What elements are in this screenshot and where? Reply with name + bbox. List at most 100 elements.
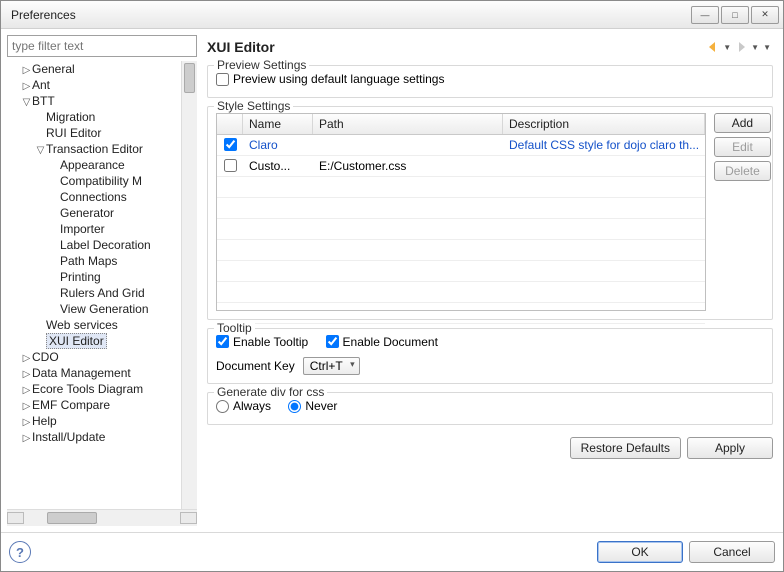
tree-item-compatibility-m[interactable]: Compatibility M xyxy=(7,173,183,189)
tree-item-appearance[interactable]: Appearance xyxy=(7,157,183,173)
tree-item-xui-editor[interactable]: XUI Editor xyxy=(7,333,183,349)
edit-button[interactable]: Edit xyxy=(714,137,771,157)
tree-item-view-generation[interactable]: View Generation xyxy=(7,301,183,317)
close-button[interactable]: ✕ xyxy=(751,6,779,24)
style-table[interactable]: Name Path Description ClaroDefault CSS s… xyxy=(216,113,706,311)
titlebar: Preferences — □ ✕ xyxy=(1,1,783,29)
tooltip-group: Tooltip Enable Tooltip Enable Document D… xyxy=(207,328,773,385)
tree-item-web-services[interactable]: Web services xyxy=(7,317,183,333)
col-name[interactable]: Name xyxy=(243,114,313,134)
tree-item-label: Importer xyxy=(60,222,105,236)
style-row-checkbox[interactable] xyxy=(224,159,237,172)
tree-item-btt[interactable]: ▽BTT xyxy=(7,93,183,109)
tree-item-label: RUI Editor xyxy=(46,126,101,140)
table-row-empty xyxy=(217,240,705,261)
always-radio[interactable]: Always xyxy=(216,399,271,413)
table-row[interactable]: Custo...E:/Customer.css xyxy=(217,156,705,177)
view-menu-icon[interactable]: ▼ xyxy=(761,43,773,52)
tree-item-label: Ecore Tools Diagram xyxy=(32,382,143,396)
delete-button[interactable]: Delete xyxy=(714,161,771,181)
document-key-label: Document Key xyxy=(216,359,295,373)
style-name-cell: Custo... xyxy=(243,157,313,175)
tree-item-data-management[interactable]: ▷Data Management xyxy=(7,365,183,381)
style-row-checkbox[interactable] xyxy=(224,138,237,151)
tree-horizontal-scrollbar[interactable] xyxy=(7,509,197,526)
tree-item-label: Appearance xyxy=(60,158,125,172)
table-row-empty xyxy=(217,303,705,324)
tree-item-rui-editor[interactable]: RUI Editor xyxy=(7,125,183,141)
tree-item-label: Rulers And Grid xyxy=(60,286,145,300)
tree-expander-icon[interactable]: ▷ xyxy=(21,65,32,76)
tree-item-label: Compatibility M xyxy=(60,174,142,188)
preferences-dialog: Preferences — □ ✕ ▷General▷Ant▽BTTMigrat… xyxy=(0,0,784,572)
tree-item-ant[interactable]: ▷Ant xyxy=(7,77,183,93)
style-settings-group: Style Settings Name Path Description Cla… xyxy=(207,106,773,320)
tree-item-label: EMF Compare xyxy=(32,398,110,412)
tree-item-help[interactable]: ▷Help xyxy=(7,413,183,429)
cancel-button[interactable]: Cancel xyxy=(689,541,775,563)
tree-item-importer[interactable]: Importer xyxy=(7,221,183,237)
preview-default-language-checkbox[interactable]: Preview using default language settings xyxy=(216,72,444,86)
tree-item-label: Connections xyxy=(60,190,127,204)
tree-expander-icon[interactable]: ▷ xyxy=(21,369,32,380)
back-arrow-icon[interactable] xyxy=(706,40,720,54)
never-radio[interactable]: Never xyxy=(288,399,337,413)
tree-item-label: View Generation xyxy=(60,302,149,316)
tree-item-printing[interactable]: Printing xyxy=(7,269,183,285)
tree-vertical-scrollbar[interactable] xyxy=(181,61,197,509)
tree-expander-icon[interactable]: ▷ xyxy=(21,433,32,444)
filter-input[interactable] xyxy=(7,35,197,57)
tree-item-label: Migration xyxy=(46,110,95,124)
tree-item-cdo[interactable]: ▷CDO xyxy=(7,349,183,365)
tree-expander-icon[interactable]: ▷ xyxy=(21,81,32,92)
table-row-empty xyxy=(217,219,705,240)
restore-defaults-button[interactable]: Restore Defaults xyxy=(570,437,681,459)
enable-tooltip-checkbox[interactable]: Enable Tooltip xyxy=(216,335,308,349)
tree-item-ecore-tools-diagram[interactable]: ▷Ecore Tools Diagram xyxy=(7,381,183,397)
tree-item-emf-compare[interactable]: ▷EMF Compare xyxy=(7,397,183,413)
preview-settings-group: Preview Settings Preview using default l… xyxy=(207,65,773,98)
tree-item-generator[interactable]: Generator xyxy=(7,205,183,221)
tree-item-label: Web services xyxy=(46,318,118,332)
tree-expander-icon[interactable]: ▽ xyxy=(21,97,32,108)
table-row-empty xyxy=(217,198,705,219)
enable-document-checkbox[interactable]: Enable Document xyxy=(326,335,438,349)
tree-expander-icon[interactable]: ▷ xyxy=(21,385,32,396)
style-name-cell[interactable]: Claro xyxy=(243,136,313,154)
tree-item-label-decoration[interactable]: Label Decoration xyxy=(7,237,183,253)
tree-item-path-maps[interactable]: Path Maps xyxy=(7,253,183,269)
col-description[interactable]: Description xyxy=(503,114,705,134)
table-row[interactable]: ClaroDefault CSS style for dojo claro th… xyxy=(217,135,705,156)
tree-expander-icon[interactable]: ▽ xyxy=(35,145,46,156)
tree-item-rulers-and-grid[interactable]: Rulers And Grid xyxy=(7,285,183,301)
help-icon[interactable]: ? xyxy=(9,541,31,563)
tree-item-label: XUI Editor xyxy=(46,333,107,349)
back-menu-icon[interactable]: ▼ xyxy=(721,43,733,52)
forward-arrow-icon[interactable] xyxy=(734,40,748,54)
apply-button[interactable]: Apply xyxy=(687,437,773,459)
document-key-select[interactable]: Ctrl+T xyxy=(303,357,360,375)
col-path[interactable]: Path xyxy=(313,114,503,134)
tree-expander-icon[interactable]: ▷ xyxy=(21,353,32,364)
table-header: Name Path Description xyxy=(217,114,705,135)
tree-item-general[interactable]: ▷General xyxy=(7,61,183,77)
tree-item-transaction-editor[interactable]: ▽Transaction Editor xyxy=(7,141,183,157)
tree-expander-icon[interactable]: ▷ xyxy=(21,401,32,412)
maximize-button[interactable]: □ xyxy=(721,6,749,24)
add-button[interactable]: Add xyxy=(714,113,771,133)
forward-menu-icon[interactable]: ▼ xyxy=(749,43,761,52)
minimize-button[interactable]: — xyxy=(691,6,719,24)
ok-button[interactable]: OK xyxy=(597,541,683,563)
style-desc-cell xyxy=(503,164,705,168)
tree-item-label: BTT xyxy=(32,94,55,108)
preference-tree[interactable]: ▷General▷Ant▽BTTMigrationRUI Editor▽Tran… xyxy=(7,61,197,509)
table-row-empty xyxy=(217,261,705,282)
tree-item-migration[interactable]: Migration xyxy=(7,109,183,125)
tree-item-label: Data Management xyxy=(32,366,131,380)
tree-expander-icon[interactable]: ▷ xyxy=(21,417,32,428)
tree-item-connections[interactable]: Connections xyxy=(7,189,183,205)
style-path-cell: E:/Customer.css xyxy=(313,157,503,175)
tree-item-install-update[interactable]: ▷Install/Update xyxy=(7,429,183,445)
tree-item-label: Transaction Editor xyxy=(46,142,143,156)
right-pane: XUI Editor ▼ ▼ ▼ Preview Settings Previe… xyxy=(203,35,777,526)
